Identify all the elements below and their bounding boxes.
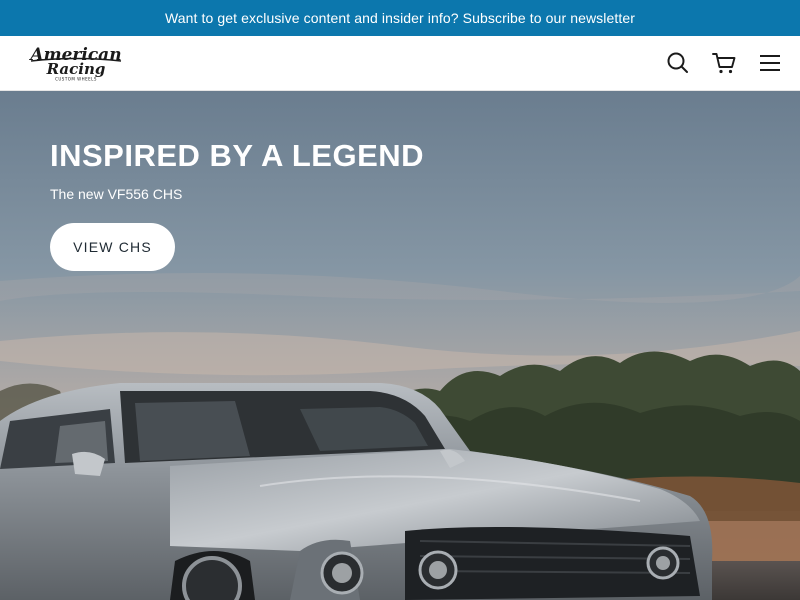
cart-icon bbox=[712, 53, 736, 74]
search-icon bbox=[667, 52, 688, 73]
hamburger-menu-icon bbox=[760, 55, 780, 71]
search-button[interactable] bbox=[665, 50, 691, 76]
view-chs-button[interactable]: VIEW CHS bbox=[50, 223, 175, 271]
announcement-bar: Want to get exclusive content and inside… bbox=[0, 0, 800, 36]
svg-text:CUSTOM WHEELS: CUSTOM WHEELS bbox=[55, 77, 97, 82]
american-racing-logo[interactable]: American Racing CUSTOM WHEELS bbox=[25, 44, 127, 82]
menu-button[interactable] bbox=[757, 50, 783, 76]
svg-text:Racing: Racing bbox=[46, 60, 106, 78]
hero-title: INSPIRED BY A LEGEND bbox=[50, 138, 425, 173]
site-header: American Racing CUSTOM WHEELS bbox=[0, 36, 800, 91]
hero-subtitle: The new VF556 CHS bbox=[50, 186, 183, 202]
hero-banner: INSPIRED BY A LEGEND The new VF556 CHS V… bbox=[0, 91, 800, 600]
newsletter-link[interactable]: Want to get exclusive content and inside… bbox=[165, 10, 635, 26]
cart-button[interactable] bbox=[711, 50, 737, 76]
